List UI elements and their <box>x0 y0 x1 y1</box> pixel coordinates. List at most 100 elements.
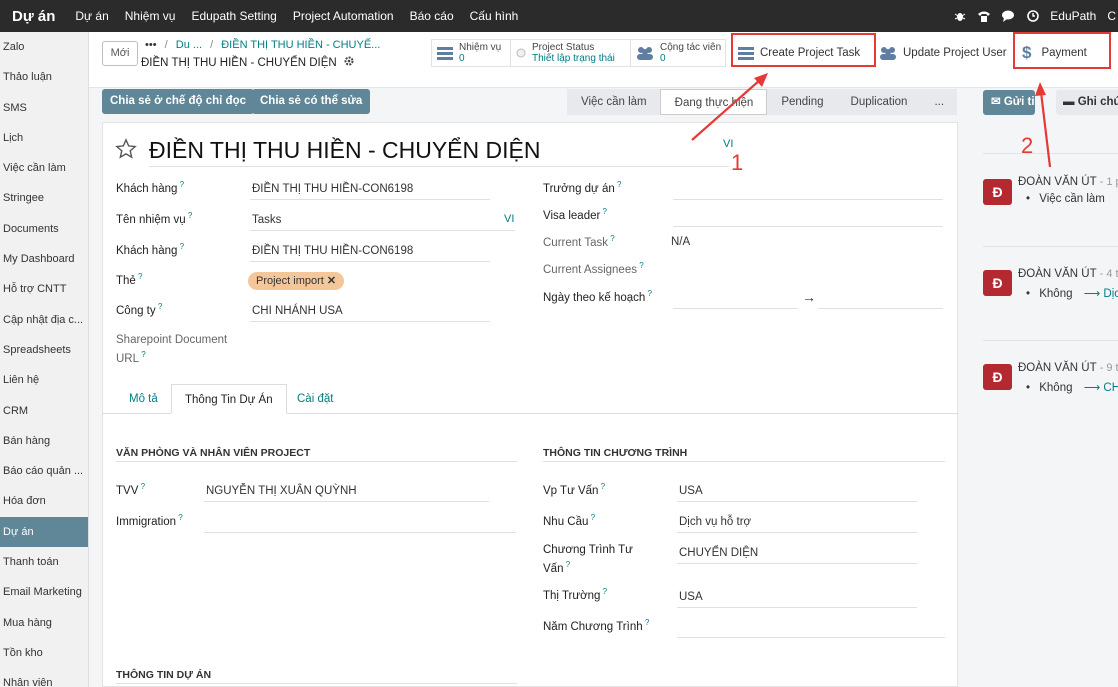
sidebar-item-lich[interactable]: Lịch <box>0 123 88 153</box>
tab-cai-dat[interactable]: Cài đặt <box>284 384 346 414</box>
sidebar-item-mua-hang[interactable]: Mua hàng <box>0 608 88 638</box>
app-brand[interactable]: Dự án <box>0 8 67 25</box>
company-field[interactable]: CHI NHÁNH USA <box>252 305 343 317</box>
update-project-user-button[interactable]: Update Project User <box>874 39 1009 67</box>
customer2-field[interactable]: ĐIỀN THỊ THU HIỀN-CON6198 <box>252 245 413 257</box>
users-icon <box>637 47 653 60</box>
message-old-value: Không <box>1039 382 1073 394</box>
project-name-field[interactable]: ĐIỀN THỊ THU HIỀN - CHUYỂN DIỆN <box>149 137 540 164</box>
message-new-value: ⟶ Dịch <box>1083 288 1118 300</box>
sidebar-item-my-dashboard[interactable]: My Dashboard <box>0 244 88 274</box>
tab-thong-tin-du-an[interactable]: Thông Tin Dự Án <box>171 384 287 414</box>
sidebar-item-ban-hang[interactable]: Bán hàng <box>0 426 88 456</box>
tag-remove-icon[interactable]: ✕ <box>327 275 336 287</box>
annotation-label-1: 1 <box>731 150 744 175</box>
chat-icon[interactable] <box>1002 10 1016 22</box>
menu-bao-cao[interactable]: Báo cáo <box>402 9 462 23</box>
sidebar-item-du-an[interactable]: Dự án <box>0 516 88 548</box>
stage-duplication[interactable]: Duplication <box>836 89 921 115</box>
breadcrumb-more[interactable]: ••• <box>145 39 157 51</box>
tag-badge: Project import ✕ <box>248 272 345 290</box>
menu-du-an[interactable]: Dự án <box>67 9 116 23</box>
vp-field[interactable]: USA <box>679 485 703 497</box>
tasks-smart-button[interactable]: Nhiệm vụ 0 <box>431 39 511 67</box>
task-name-lang-button[interactable]: VI <box>504 213 514 225</box>
project-status-label: Project Status <box>532 42 595 53</box>
company-switcher[interactable]: EduPath <box>1050 9 1096 23</box>
breadcrumb-record[interactable]: ĐIỀN THỊ THU HIỀN - CHUYẾ... <box>221 39 380 51</box>
menu-edupath-setting[interactable]: Edupath Setting <box>183 9 284 23</box>
program-field[interactable]: CHUYỂN DIỆN <box>679 547 758 559</box>
message-author[interactable]: ĐOÀN VĂN ÚT <box>1018 268 1096 280</box>
star-icon[interactable] <box>115 138 137 160</box>
sidebar-item-crm[interactable]: CRM <box>0 396 88 426</box>
market-field[interactable]: USA <box>679 591 703 603</box>
field-line <box>677 607 917 608</box>
stage-more[interactable]: ... <box>920 89 958 115</box>
avatar[interactable]: Đ <box>983 179 1012 205</box>
send-message-button[interactable]: ✉ Gửi tin <box>983 90 1035 115</box>
clock-icon[interactable] <box>1027 10 1040 22</box>
planned-date-label: Ngày theo kế hoạch ? <box>543 289 652 304</box>
breadcrumb-projects[interactable]: Du ... <box>176 39 202 51</box>
sidebar-item-sms[interactable]: SMS <box>0 93 88 123</box>
collaborators-smart-button[interactable]: Cộng tác viên 0 <box>631 39 726 67</box>
breadcrumb: ••• / Du ... / ĐIỀN THỊ THU HIỀN - CHUYẾ… <box>145 39 385 51</box>
user-menu[interactable]: C <box>1107 9 1116 23</box>
visa-leader-label: Visa leader ? <box>543 207 607 222</box>
sidebar-item-lien-he[interactable]: Liên hệ <box>0 365 88 395</box>
sidebar-item-spreadsheets[interactable]: Spreadsheets <box>0 335 88 365</box>
annotation-label-2: 2 <box>1021 133 1034 158</box>
sidebar-item-email-marketing[interactable]: Email Marketing <box>0 577 88 607</box>
tags-label: Thẻ ? <box>116 272 143 287</box>
stage-pending[interactable]: Pending <box>767 89 837 115</box>
sidebar-item-ho-tro-cntt[interactable]: Hỗ trợ CNTT <box>0 274 88 304</box>
sidebar-item-documents[interactable]: Documents <box>0 214 88 244</box>
sidebar-item-ton-kho[interactable]: Tồn kho <box>0 638 88 668</box>
stage-viec-can-lam[interactable]: Việc cần làm <box>567 89 660 115</box>
project-status-button[interactable]: Project Status Thiết lập trạng thái <box>511 39 631 67</box>
phone-icon[interactable] <box>977 10 991 23</box>
sidebar-item-stringee[interactable]: Stringee <box>0 183 88 213</box>
menu-cau-hinh[interactable]: Cấu hình <box>462 9 527 23</box>
tvv-field[interactable]: NGUYỄN THỊ XUÂN QUỲNH <box>206 485 357 497</box>
menu-nhiem-vu[interactable]: Nhiệm vụ <box>117 9 184 23</box>
log-note-button[interactable]: ▬ Ghi chú <box>1056 90 1118 115</box>
sidebar-item-zalo[interactable]: Zalo <box>0 32 88 62</box>
collaborators-count: 0 <box>660 53 666 64</box>
message-author[interactable]: ĐOÀN VĂN ÚT <box>1018 362 1096 374</box>
highlight-payment <box>1013 32 1111 69</box>
field-line <box>673 226 943 227</box>
field-line <box>673 199 943 200</box>
customer-field[interactable]: ĐIỀN THỊ THU HIỀN-CON6198 <box>252 183 413 195</box>
program-year-label: Năm Chương Trình ? <box>543 618 650 633</box>
section-project-info: THÔNG TIN DỰ ÁN <box>116 669 212 681</box>
sidebar-item-thao-luan[interactable]: Thảo luận <box>0 62 88 92</box>
users-icon <box>880 47 896 60</box>
sidebar-item-hoa-don[interactable]: Hóa đơn <box>0 486 88 516</box>
avatar[interactable]: Đ <box>983 364 1012 390</box>
share-editable-button[interactable]: Chia sẻ có thể sửa <box>252 89 371 114</box>
tab-mo-ta[interactable]: Mô tả <box>116 384 171 414</box>
title-lang-button[interactable]: VI <box>723 138 733 150</box>
sidebar-item-thanh-toan[interactable]: Thanh toán <box>0 547 88 577</box>
task-name-field[interactable]: Tasks <box>252 214 281 226</box>
new-button[interactable]: Mới <box>102 41 138 66</box>
message-time: - 9 t <box>1099 362 1118 374</box>
date-start-line <box>673 308 798 309</box>
tasks-count: 0 <box>459 53 465 64</box>
sidebar-item-viec-can-lam[interactable]: Việc cần làm <box>0 153 88 183</box>
sidebar-item-bao-cao-quan[interactable]: Báo cáo quản ... <box>0 456 88 486</box>
need-field[interactable]: Dịch vụ hỗ trợ <box>679 516 751 528</box>
sidebar-item-cap-nhat-dia-chi[interactable]: Cập nhật địa c... <box>0 305 88 335</box>
sharepoint-label-1: Sharepoint Document <box>116 334 228 346</box>
stage-dang-thuc-hien[interactable]: Đang thực hiện <box>659 89 768 115</box>
message-author[interactable]: ĐOÀN VĂN ÚT <box>1018 176 1096 188</box>
gear-icon[interactable] <box>344 56 354 66</box>
share-readonly-button[interactable]: Chia sẻ ở chế độ chỉ đọc <box>102 89 254 114</box>
menu-project-automation[interactable]: Project Automation <box>285 9 402 23</box>
avatar[interactable]: Đ <box>983 270 1012 296</box>
vp-label: Vp Tư Vấn ? <box>543 482 606 497</box>
sidebar-item-nhan-vien[interactable]: Nhân viên <box>0 668 88 687</box>
bug-icon[interactable] <box>954 10 966 22</box>
